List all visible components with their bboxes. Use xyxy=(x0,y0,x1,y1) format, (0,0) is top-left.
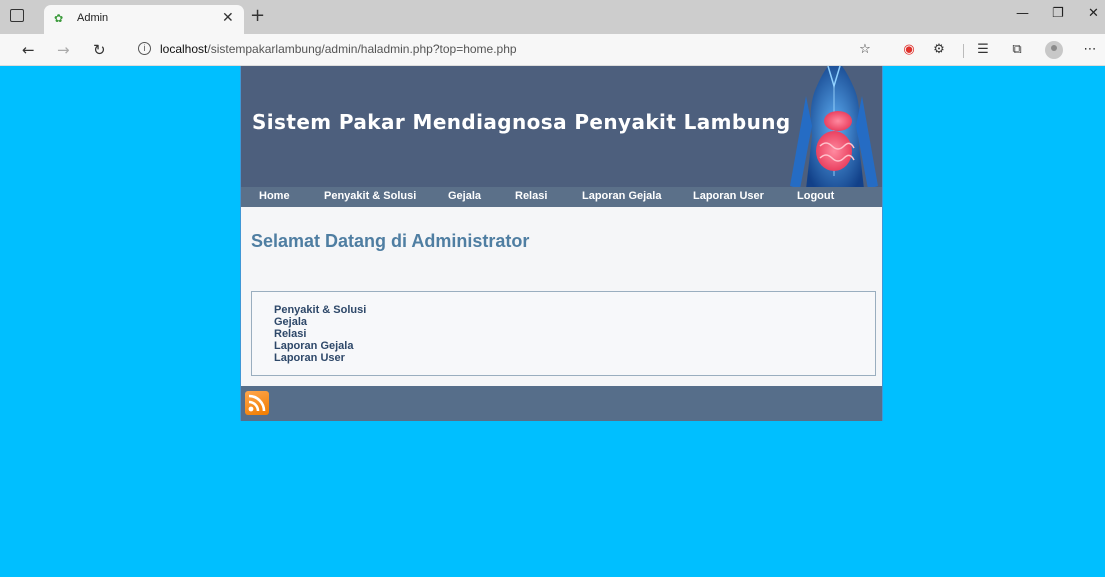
menu-laporan-gejala[interactable]: Laporan Gejala xyxy=(582,190,661,202)
link-relasi[interactable]: Relasi xyxy=(274,328,366,340)
menu-logout[interactable]: Logout xyxy=(797,190,834,202)
url-text: localhost/sistempakarlambung/admin/halad… xyxy=(160,42,517,56)
menu-home[interactable]: Home xyxy=(259,190,290,202)
browser-tabbar: ✿ Admin ✕ + — ❐ ✕ xyxy=(0,0,1105,34)
toolbar-divider xyxy=(963,44,964,58)
extension-icon[interactable]: ◉ xyxy=(902,43,916,57)
new-tab-icon[interactable]: + xyxy=(250,5,265,26)
site-title: Sistem Pakar Mendiagnosa Penyakit Lambun… xyxy=(252,110,791,134)
forward-icon[interactable]: → xyxy=(57,41,70,59)
restore-icon[interactable]: ❐ xyxy=(1052,6,1064,21)
browser-tab[interactable]: ✿ Admin ✕ xyxy=(44,5,244,34)
site-container: Sistem Pakar Mendiagnosa Penyakit Lambun… xyxy=(240,66,883,421)
tab-title: Admin xyxy=(77,12,109,24)
link-laporan-user[interactable]: Laporan User xyxy=(274,352,366,364)
minimize-icon[interactable]: — xyxy=(1016,6,1029,21)
stomach-anatomy-image xyxy=(790,66,878,189)
favorites-icon[interactable]: ☰ xyxy=(976,43,990,57)
add-favorite-icon[interactable]: ☆ xyxy=(858,43,872,57)
menu-laporan-user[interactable]: Laporan User xyxy=(693,190,764,202)
site-footer xyxy=(241,386,882,421)
quick-links-box: Penyakit & Solusi Gejala Relasi Laporan … xyxy=(251,291,876,376)
main-menu: Home Penyakit & Solusi Gejala Relasi Lap… xyxy=(241,187,882,207)
profile-avatar[interactable] xyxy=(1045,41,1063,59)
leaf-icon: ✿ xyxy=(54,12,64,25)
quick-links-list: Penyakit & Solusi Gejala Relasi Laporan … xyxy=(274,304,366,364)
page-title: Selamat Datang di Administrator xyxy=(251,231,530,251)
close-window-icon[interactable]: ✕ xyxy=(1088,6,1099,21)
link-laporan-gejala[interactable]: Laporan Gejala xyxy=(274,340,366,352)
menu-penyakit-solusi[interactable]: Penyakit & Solusi xyxy=(324,190,416,202)
back-icon[interactable]: ← xyxy=(22,41,35,59)
address-bar: ← → ↻ i localhost/sistempakarlambung/adm… xyxy=(0,34,1105,66)
refresh-icon[interactable]: ↻ xyxy=(93,41,106,59)
link-gejala[interactable]: Gejala xyxy=(274,316,366,328)
close-tab-icon[interactable]: ✕ xyxy=(222,10,234,26)
info-icon[interactable]: i xyxy=(138,42,151,55)
page-viewport: Sistem Pakar Mendiagnosa Penyakit Lambun… xyxy=(0,66,1105,577)
rss-icon[interactable] xyxy=(245,391,269,415)
menu-gejala[interactable]: Gejala xyxy=(448,190,481,202)
link-penyakit-solusi[interactable]: Penyakit & Solusi xyxy=(274,304,366,316)
more-menu-icon[interactable]: ⋯ xyxy=(1083,43,1097,57)
site-banner: Sistem Pakar Mendiagnosa Penyakit Lambun… xyxy=(241,66,882,189)
tab-actions-icon[interactable] xyxy=(10,9,24,22)
menu-relasi[interactable]: Relasi xyxy=(515,190,547,202)
extensions-icon[interactable]: ⚙ xyxy=(932,43,946,57)
url-field[interactable]: i localhost/sistempakarlambung/admin/hal… xyxy=(124,38,884,62)
collections-icon[interactable]: ⧉ xyxy=(1010,43,1024,57)
